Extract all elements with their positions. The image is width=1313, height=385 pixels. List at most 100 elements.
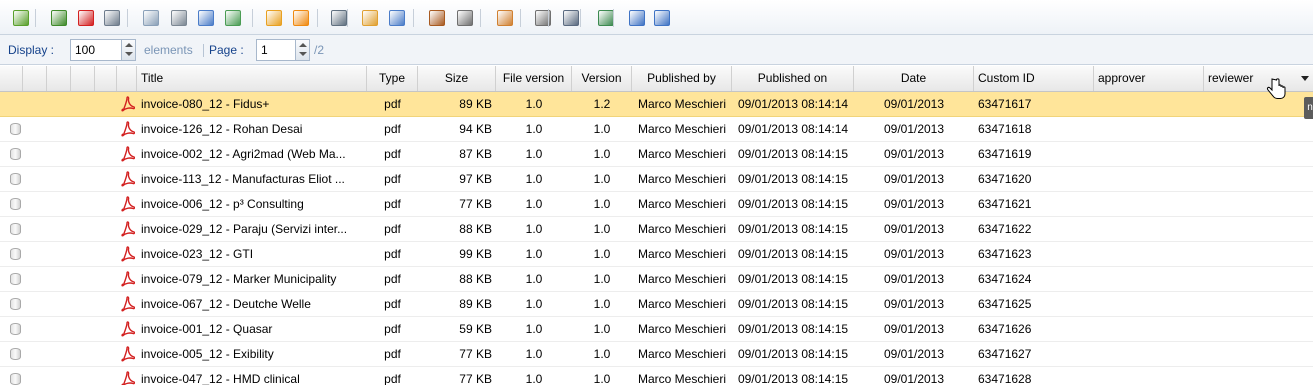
size-cell: 88 KB [459,222,492,236]
column-header-reviewer[interactable]: reviewer [1204,66,1313,91]
table-row[interactable]: invoice-113_12 - Manufacturas Eliot ... p… [0,167,1313,192]
copy-icon[interactable] [104,10,120,26]
report-icon[interactable] [497,10,513,26]
table-row[interactable]: invoice-080_12 - Fidus+ pdf 89 KB 1.0 1.2 Mar… [0,92,1313,117]
published-by-cell: Marco Meschieri [637,97,727,111]
title-cell: invoice-001_12 - Quasar [141,322,273,336]
table-row[interactable]: invoice-002_12 - Agri2mad (Web Ma... pdf 8… [0,142,1313,167]
toolbar-separator [548,9,549,27]
version-cell: 1.0 [593,122,611,136]
table-row[interactable]: invoice-079_12 - Marker Municipality pdf 8… [0,267,1313,292]
export-icon[interactable] [225,10,241,26]
spinner-down-icon[interactable] [299,52,307,56]
import-icon[interactable] [598,10,614,26]
secure-icon[interactable] [331,10,347,26]
table-row[interactable]: invoice-006_12 - p³ Consulting pdf 77 KB 1.… [0,192,1313,217]
refresh-icon[interactable] [13,10,29,26]
date-cell: 09/01/2013 [883,97,945,111]
date-cell: 09/01/2013 [883,272,945,286]
download-icon[interactable] [51,10,67,26]
stamp-icon[interactable] [429,10,445,26]
grid-view-icon[interactable] [654,10,670,26]
table-row[interactable]: invoice-029_12 - Paraju (Servizi inter..… [0,217,1313,242]
custom-id-cell: 63471619 [978,147,1032,161]
pdf-icon [121,146,135,162]
column-header-indicator[interactable] [0,66,23,91]
column-menu-icon[interactable] [1301,76,1309,81]
rss-icon[interactable] [293,10,309,26]
file-version-cell: 1.0 [525,197,543,211]
display-count-spinner[interactable] [121,39,136,61]
column-header-published-by[interactable]: Published by [632,66,732,91]
column-header-size[interactable]: Size [418,66,496,91]
toolbar-separator [613,9,614,27]
column-header-icon-1[interactable] [23,66,47,91]
table-row[interactable]: invoice-005_12 - Exibility pdf 77 KB 1.0 1.0… [0,342,1313,367]
column-header-date[interactable]: Date [854,66,974,91]
file-version-cell: 1.0 [525,347,543,361]
page-number-input[interactable] [256,39,296,61]
settings-icon[interactable] [457,10,473,26]
spinner-up-icon[interactable] [125,43,133,47]
date-cell: 09/01/2013 [883,297,945,311]
spinner-up-icon[interactable] [299,43,307,47]
table-row[interactable]: invoice-047_12 - HMD clinical pdf 77 KB 1.0… [0,367,1313,385]
toolbar-separator [127,9,128,27]
table-row[interactable]: invoice-001_12 - Quasar pdf 59 KB 1.0 1.0 Mar… [0,317,1313,342]
table-row[interactable]: invoice-067_12 - Deutche Welle pdf 89 KB 1.… [0,292,1313,317]
pdf-convert-icon[interactable] [78,10,94,26]
date-cell: 09/01/2013 [883,147,945,161]
version-cell: 1.0 [593,222,611,236]
column-header-version[interactable]: Version [572,66,632,91]
spinner-down-icon[interactable] [125,52,133,56]
file-version-cell: 1.0 [525,322,543,336]
elements-label: elements [144,43,193,57]
custom-id-cell: 63471623 [978,247,1032,261]
new-document-icon[interactable] [143,10,159,26]
scan-icon[interactable] [171,10,187,26]
column-header-icon-4[interactable] [95,66,117,91]
version-cell: 1.2 [593,97,611,111]
date-cell: 09/01/2013 [883,347,945,361]
table-row[interactable]: invoice-023_12 - GTI pdf 99 KB 1.0 1.0 Marco … [0,242,1313,267]
version-cell: 1.0 [593,147,611,161]
display-count-input[interactable] [70,39,122,61]
title-cell: invoice-023_12 - GTI [141,247,254,261]
paging-bar: Display : elements Page : /2 [0,35,1313,65]
size-cell: 77 KB [459,197,492,211]
column-header-approver[interactable]: approver [1094,66,1204,91]
page-number-spinner[interactable] [295,39,310,61]
pdf-icon [121,221,135,237]
column-header-icon-3[interactable] [71,66,95,91]
column-header-custom-id[interactable]: Custom ID [974,66,1094,91]
column-header-title[interactable]: Title [137,66,367,91]
edit-icon[interactable] [389,10,405,26]
column-header-type-icon[interactable] [117,66,137,91]
toolbar-separator [35,9,36,27]
file-version-cell: 1.0 [525,97,543,111]
title-cell: invoice-080_12 - Fidus+ [141,97,270,111]
column-header-type[interactable]: Type [367,66,418,91]
column-header-published-on[interactable]: Published on [732,66,854,91]
column-header-icon-2[interactable] [47,66,71,91]
toolbar-separator [580,9,581,27]
version-cell: 1.0 [593,172,611,186]
archive-icon [10,198,21,210]
save-icon[interactable] [198,10,214,26]
pdf-icon [121,196,135,212]
column-header-file-version[interactable]: File version [496,66,572,91]
rss-feed-icon[interactable] [266,10,282,26]
pdf-icon [121,121,135,137]
table-row[interactable]: invoice-126_12 - Rohan Desai pdf 94 KB 1.0 1… [0,117,1313,142]
type-cell: pdf [384,122,401,136]
pdf-icon [121,321,135,337]
print-icon[interactable] [563,10,579,26]
published-by-cell: Marco Meschieri [637,297,727,311]
published-by-cell: Marco Meschieri [637,222,727,236]
bulk-edit-icon[interactable] [362,10,378,26]
custom-id-cell: 63471620 [978,172,1032,186]
published-on-cell: 09/01/2013 08:14:14 [737,122,849,136]
list-view-icon[interactable] [629,10,645,26]
archive-icon [10,223,21,235]
grid-header: Title Type Size File version Version Pub… [0,66,1313,92]
